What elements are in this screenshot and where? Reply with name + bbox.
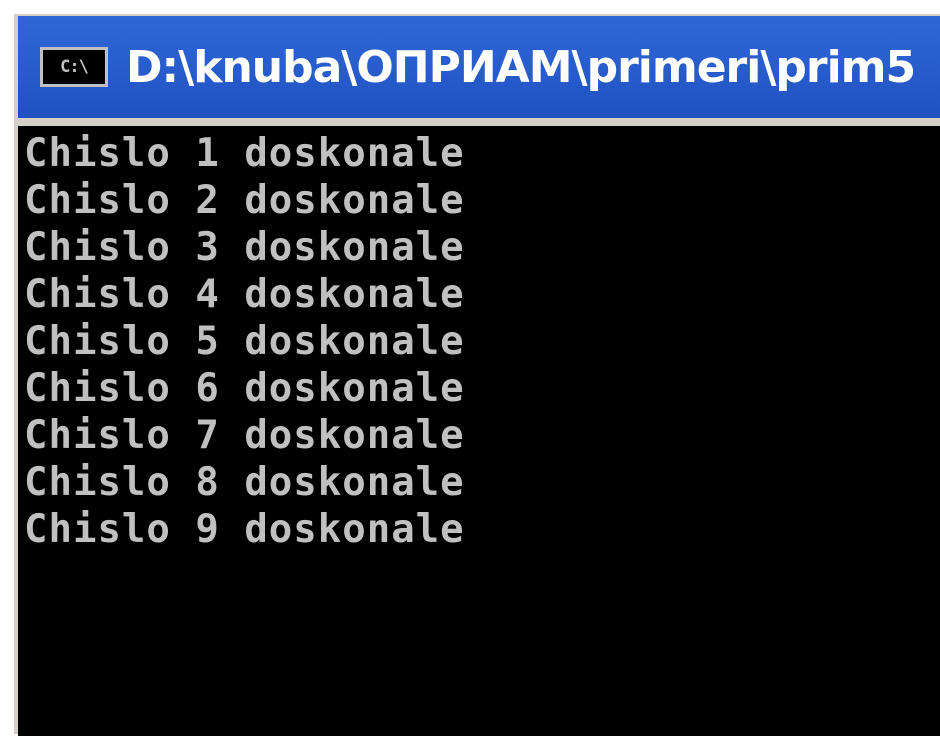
title-bar[interactable]: C:\ D:\knuba\ОПРИАМ\primeri\prim5 bbox=[18, 16, 940, 118]
console-icon-label: C:\ bbox=[60, 57, 89, 77]
console-line: Chislo 6 doskonale bbox=[24, 366, 465, 411]
console-line: Chislo 8 doskonale bbox=[24, 460, 465, 505]
console-line: Chislo 9 doskonale bbox=[24, 507, 465, 552]
title-separator bbox=[18, 118, 940, 126]
console-app-icon[interactable]: C:\ bbox=[40, 47, 108, 87]
console-line: Chislo 3 doskonale bbox=[24, 225, 465, 270]
console-line: Chislo 1 doskonale bbox=[24, 131, 465, 176]
console-output[interactable]: Chislo 1 doskonale Chislo 2 doskonale Ch… bbox=[18, 126, 940, 736]
console-line: Chislo 5 doskonale bbox=[24, 319, 465, 364]
console-line: Chislo 2 doskonale bbox=[24, 178, 465, 223]
console-line: Chislo 4 doskonale bbox=[24, 272, 465, 317]
console-line: Chislo 7 doskonale bbox=[24, 413, 465, 458]
console-window: C:\ D:\knuba\ОПРИАМ\primeri\prim5 Chislo… bbox=[14, 14, 940, 736]
window-title: D:\knuba\ОПРИАМ\primeri\prim5 bbox=[126, 41, 916, 93]
